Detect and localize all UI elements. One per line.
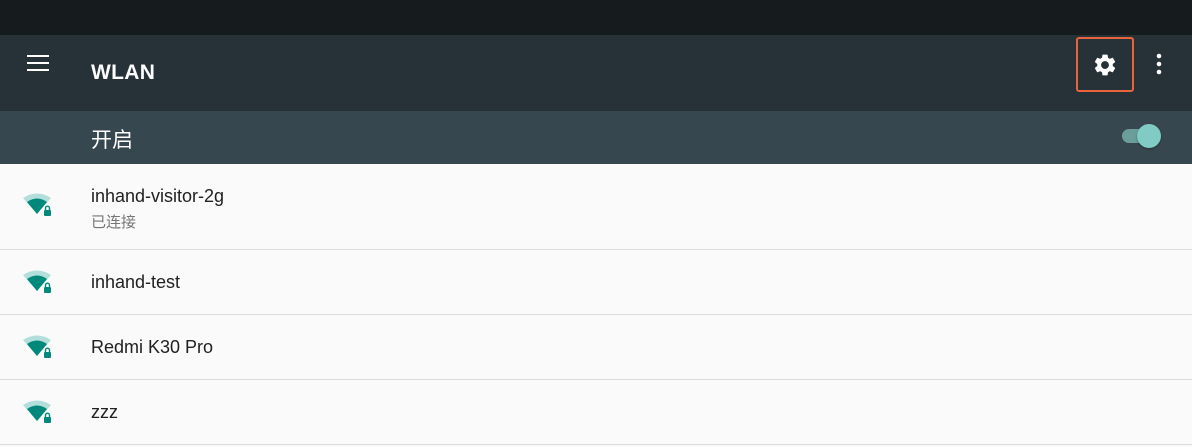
wlan-master-switch-bar[interactable]: 开启	[0, 111, 1192, 164]
wifi-lock-icon	[23, 193, 51, 216]
more-vert-icon	[1156, 53, 1162, 75]
network-ssid: Redmi K30 Pro	[91, 337, 214, 357]
toggle-thumb	[1137, 124, 1161, 148]
status-bar	[0, 0, 1192, 35]
network-ssid: zzz	[91, 402, 118, 422]
network-list: inhand-visitor-2g 已连接 inhand-test Redmi …	[0, 164, 1192, 445]
network-row[interactable]: zzz	[0, 380, 1192, 445]
network-ssid: inhand-visitor-2g	[91, 186, 225, 206]
wlan-toggle[interactable]	[1120, 123, 1164, 149]
wifi-lock-icon	[23, 270, 51, 293]
page-title: WLAN	[91, 61, 156, 84]
more-options-button[interactable]	[1146, 49, 1172, 79]
gear-icon	[1094, 54, 1116, 75]
network-row[interactable]: inhand-test	[0, 250, 1192, 315]
hamburger-menu-icon[interactable]	[18, 45, 58, 81]
switch-label: 开启	[91, 129, 133, 152]
network-ssid: inhand-test	[91, 272, 181, 292]
network-row[interactable]: inhand-visitor-2g 已连接	[0, 164, 1192, 250]
wifi-lock-icon	[23, 335, 51, 358]
settings-button[interactable]	[1076, 37, 1134, 92]
wifi-lock-icon	[23, 400, 51, 423]
app-bar: WLAN	[0, 35, 1192, 111]
network-row[interactable]: Redmi K30 Pro	[0, 315, 1192, 380]
network-status: 已连接	[91, 214, 137, 231]
